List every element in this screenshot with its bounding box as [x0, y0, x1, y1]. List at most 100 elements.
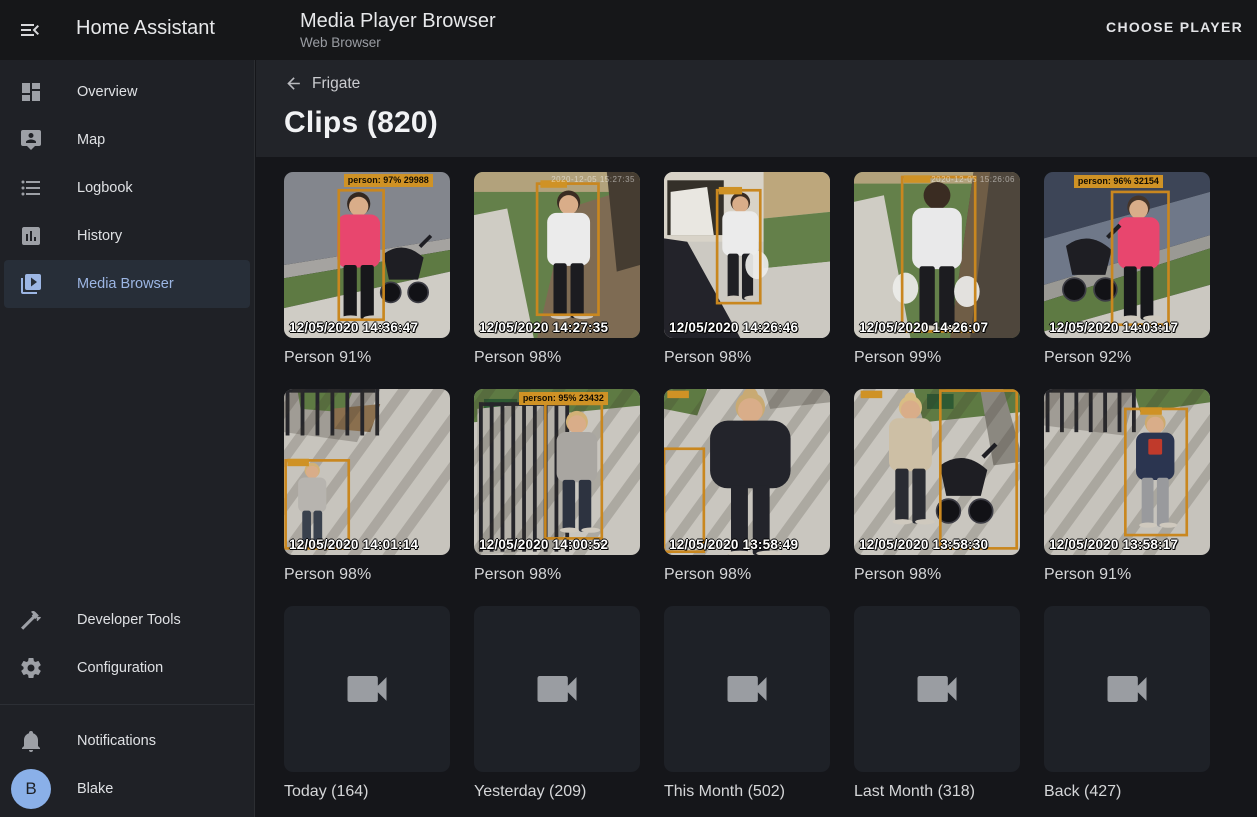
- camera-osd-timestamp: 2020-12-05 15:27:35: [551, 175, 635, 184]
- media-browser-subtitle: Web Browser: [300, 34, 496, 52]
- clip-card[interactable]: 2020-12-05 15:27:35 12/05/2020 14:27:35 P…: [474, 172, 640, 367]
- timestamp-overlay: 12/05/2020 14:26:46: [669, 320, 798, 335]
- clip-card[interactable]: 12/05/2020 13:58:49 Person 98%: [664, 389, 830, 584]
- timestamp-overlay: 12/05/2020 14:26:07: [859, 320, 988, 335]
- sidebar-item-notifications[interactable]: Notifications: [4, 717, 250, 765]
- home-assistant-app: Home Assistant Media Player Browser Web …: [0, 0, 1257, 817]
- clip-card[interactable]: 2020-12-05 15:26:06 12/05/2020 14:26:07 P…: [854, 172, 1020, 367]
- sidebar-item-overview[interactable]: Overview: [4, 68, 250, 116]
- timestamp-overlay: 12/05/2020 13:58:17: [1049, 537, 1178, 552]
- clip-card[interactable]: 12/05/2020 13:58:30 Person 98%: [854, 389, 1020, 584]
- folder-tile: [284, 606, 450, 772]
- app-title: Home Assistant: [76, 17, 215, 40]
- sidebar-item-user-profile[interactable]: B Blake: [4, 765, 250, 813]
- clip-card[interactable]: person: 97% 2998812/05/2020 14:36:47 Per…: [284, 172, 450, 367]
- folder-caption: Yesterday (209): [474, 783, 640, 801]
- breadcrumb-label: Frigate: [312, 75, 360, 93]
- sidebar-item-configuration[interactable]: Configuration: [4, 644, 250, 692]
- clip-thumbnail: 12/05/2020 14:26:46: [664, 172, 830, 338]
- content-header: Frigate Clips (820): [256, 60, 1257, 157]
- folder-tile: [474, 606, 640, 772]
- clip-thumbnail: 2020-12-05 15:27:35 12/05/2020 14:27:35: [474, 172, 640, 338]
- folder-caption: Last Month (318): [854, 783, 1020, 801]
- timestamp-overlay: 12/05/2020 13:58:49: [669, 537, 798, 552]
- clip-thumbnail: 2020-12-05 15:26:06 12/05/2020 14:26:07: [854, 172, 1020, 338]
- clip-card[interactable]: 12/05/2020 14:26:46 Person 98%: [664, 172, 830, 367]
- sidebar: Overview Map Logbook History Media Brows…: [0, 60, 255, 817]
- breadcrumb[interactable]: Frigate: [284, 74, 360, 93]
- video-camera-icon: [721, 663, 773, 715]
- clip-caption: Person 98%: [664, 566, 830, 584]
- sidebar-spacer: [0, 308, 254, 596]
- hammer-icon: [19, 608, 43, 632]
- gear-icon: [19, 656, 43, 680]
- folder-tile: [1044, 606, 1210, 772]
- folder-caption: This Month (502): [664, 783, 830, 801]
- arrow-left-icon: [284, 74, 303, 93]
- sidebar-item-map[interactable]: Map: [4, 116, 250, 164]
- timestamp-overlay: 12/05/2020 13:58:30: [859, 537, 988, 552]
- dashboard-icon: [19, 80, 43, 104]
- clip-thumbnail: 12/05/2020 13:58:49: [664, 389, 830, 555]
- media-player-browser-header: Media Player Browser Web Browser: [300, 9, 496, 52]
- detection-label: person: 97% 29988: [344, 174, 433, 187]
- sidebar-item-media-browser[interactable]: Media Browser: [4, 260, 250, 308]
- clip-caption: Person 98%: [474, 349, 640, 367]
- sidebar-divider: [0, 704, 254, 705]
- clip-thumbnail: 12/05/2020 13:58:17: [1044, 389, 1210, 555]
- sidebar-item-logbook[interactable]: Logbook: [4, 164, 250, 212]
- video-camera-icon: [1101, 663, 1153, 715]
- clip-caption: Person 91%: [1044, 566, 1210, 584]
- clip-thumbnail: person: 97% 2998812/05/2020 14:36:47: [284, 172, 450, 338]
- sidebar-item-history[interactable]: History: [4, 212, 250, 260]
- folder-tile: [854, 606, 1020, 772]
- video-camera-icon: [911, 663, 963, 715]
- history-chart-icon: [19, 224, 43, 248]
- sidebar-footer-items: Notifications: [0, 717, 254, 765]
- media-folder-card[interactable]: Yesterday (209): [474, 606, 640, 801]
- folder-caption: Back (427): [1044, 783, 1210, 801]
- app-bar: Home Assistant Media Player Browser Web …: [0, 0, 1257, 60]
- detection-label: person: 95% 23432: [519, 392, 608, 405]
- sidebar-tools-items: Developer Tools Configuration: [0, 596, 254, 692]
- video-camera-icon: [531, 663, 583, 715]
- clip-card[interactable]: person: 96% 3215412/05/2020 14:03:17 Per…: [1044, 172, 1210, 367]
- timestamp-overlay: 12/05/2020 14:00:52: [479, 537, 608, 552]
- clip-thumbnail: 12/05/2020 13:58:30: [854, 389, 1020, 555]
- clip-caption: Person 91%: [284, 349, 450, 367]
- bell-icon: [19, 729, 43, 753]
- sidebar-toggle-button[interactable]: [18, 18, 42, 42]
- media-folder-card[interactable]: Today (164): [284, 606, 450, 801]
- media-folder-card[interactable]: This Month (502): [664, 606, 830, 801]
- clip-thumbnail: 12/05/2020 14:01:14: [284, 389, 450, 555]
- video-camera-icon: [341, 663, 393, 715]
- sidebar-main-items: Overview Map Logbook History Media Brows…: [0, 68, 254, 308]
- user-name: Blake: [77, 781, 113, 797]
- camera-osd-timestamp: 2020-12-05 15:26:06: [931, 175, 1015, 184]
- timestamp-overlay: 12/05/2020 14:03:17: [1049, 320, 1178, 335]
- map-account-icon: [19, 128, 43, 152]
- main-content: Frigate Clips (820) person: 97% 2998812/…: [256, 60, 1257, 817]
- clip-card[interactable]: 12/05/2020 13:58:17 Person 91%: [1044, 389, 1210, 584]
- clip-caption: Person 98%: [474, 566, 640, 584]
- clip-caption: Person 98%: [664, 349, 830, 367]
- folder-tile: [664, 606, 830, 772]
- timestamp-overlay: 12/05/2020 14:27:35: [479, 320, 608, 335]
- clip-caption: Person 99%: [854, 349, 1020, 367]
- clip-card[interactable]: person: 95% 23432 12/05/2020 14:00:52 Per…: [474, 389, 640, 584]
- media-browser-title: Media Player Browser: [300, 9, 496, 33]
- clip-caption: Person 98%: [854, 566, 1020, 584]
- clip-caption: Person 98%: [284, 566, 450, 584]
- clip-card[interactable]: 12/05/2020 14:01:14 Person 98%: [284, 389, 450, 584]
- choose-player-button[interactable]: CHOOSE PLAYER: [1106, 19, 1243, 35]
- sidebar-item-developer-tools[interactable]: Developer Tools: [4, 596, 250, 644]
- media-folder-card[interactable]: Back (427): [1044, 606, 1210, 801]
- media-scroll-area[interactable]: person: 97% 2998812/05/2020 14:36:47 Per…: [256, 157, 1257, 817]
- page-title: Clips (820): [284, 106, 1257, 140]
- clip-thumbnail: person: 95% 23432 12/05/2020 14:00:52: [474, 389, 640, 555]
- avatar: B: [11, 769, 51, 809]
- clip-caption: Person 92%: [1044, 349, 1210, 367]
- media-folder-card[interactable]: Last Month (318): [854, 606, 1020, 801]
- timestamp-overlay: 12/05/2020 14:01:14: [289, 537, 418, 552]
- logbook-list-icon: [19, 176, 43, 200]
